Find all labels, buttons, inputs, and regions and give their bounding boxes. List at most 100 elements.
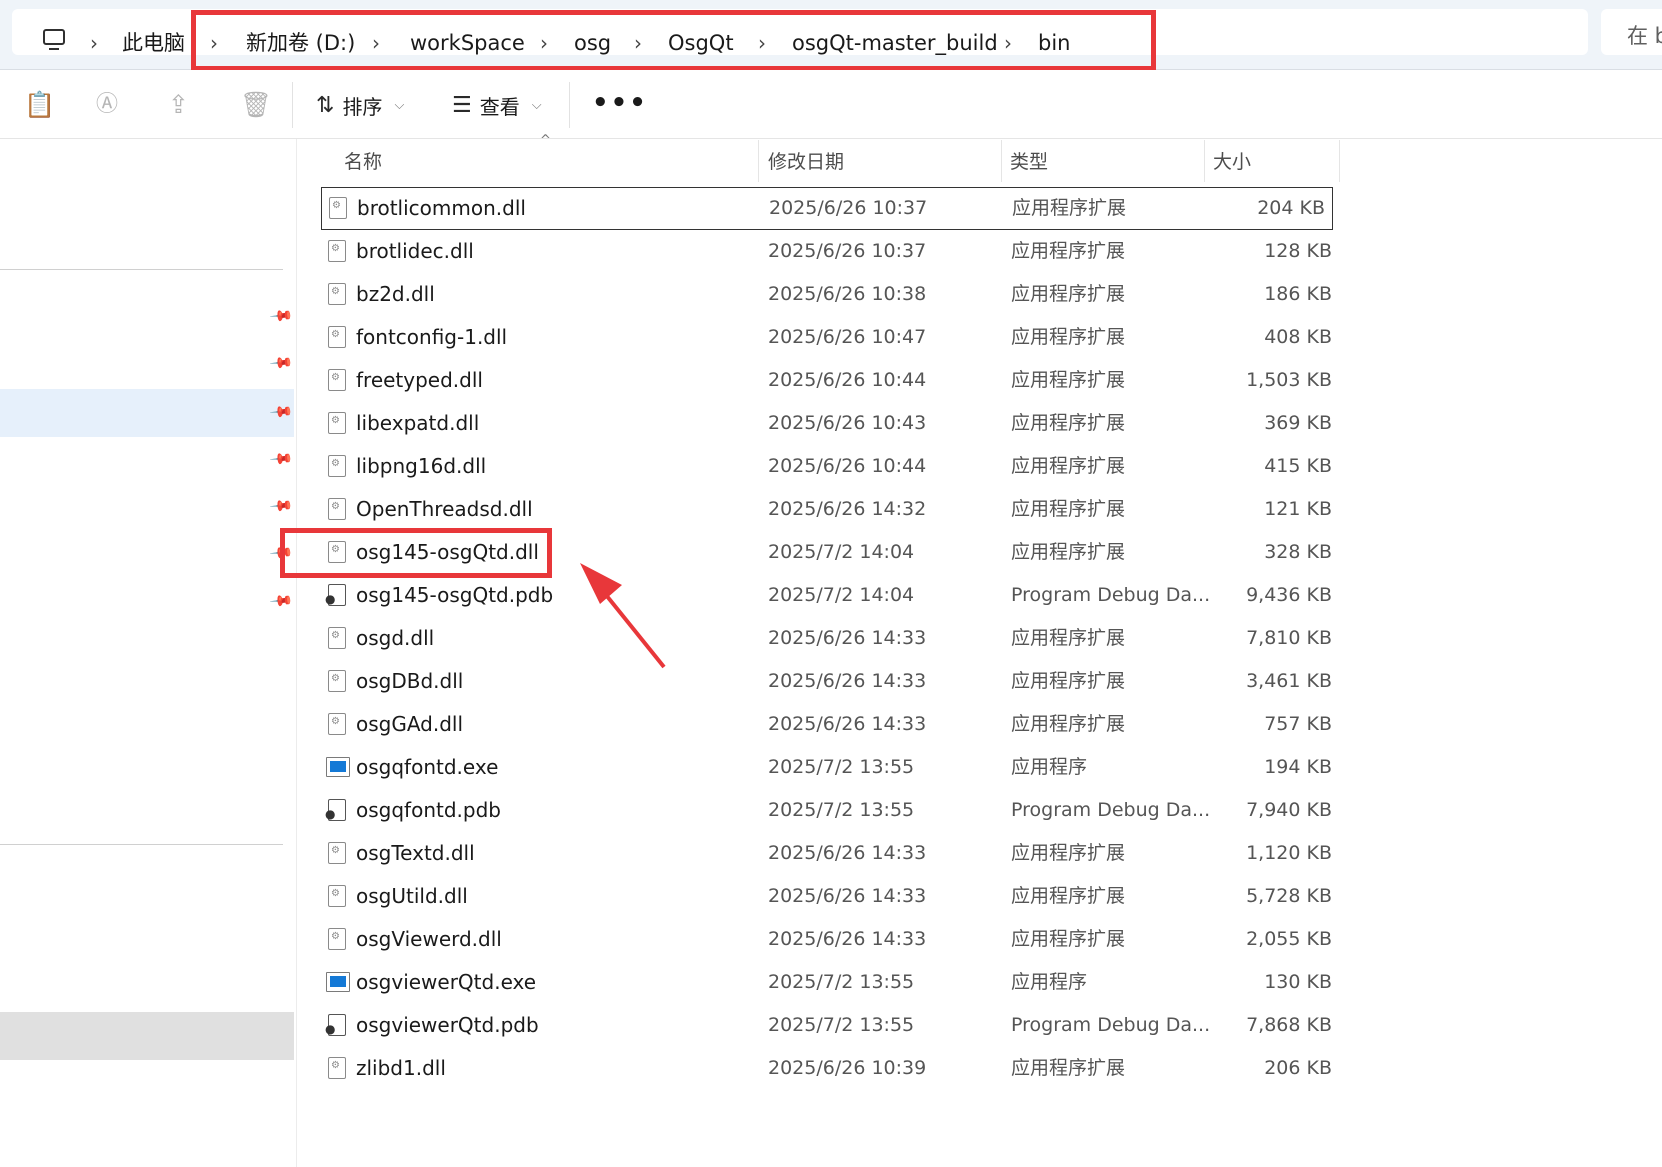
column-header-size[interactable]: 大小 <box>1213 144 1251 180</box>
chevron-down-icon: ⌵ <box>531 97 542 113</box>
crumb-this-pc[interactable]: 此电脑 <box>122 29 185 57</box>
dll-file-icon <box>328 412 346 434</box>
file-size: 194 KB <box>1264 756 1332 778</box>
view-label: 查看 <box>479 94 520 119</box>
file-type: 应用程序扩展 <box>1011 1057 1126 1079</box>
pin-icon[interactable]: 📌 <box>268 588 294 614</box>
file-row[interactable]: brotlidec.dll 2025/6/26 10:37 应用程序扩展 128 KB <box>320 230 1340 273</box>
file-row[interactable]: brotlicommon.dll 2025/6/26 10:37 应用程序扩展 204… <box>321 187 1333 230</box>
file-row[interactable]: libexpatd.dll 2025/6/26 10:43 应用程序扩展 369 KB <box>320 402 1340 445</box>
file-modified: 2025/6/26 14:33 <box>768 885 927 907</box>
column-divider[interactable] <box>1339 140 1340 182</box>
file-name: osgTextd.dll <box>356 841 475 865</box>
file-name: osgViewerd.dll <box>356 927 502 951</box>
view-button[interactable]: ☰ 查看 ⌵ <box>452 90 542 120</box>
pin-icon[interactable]: 📌 <box>268 350 294 376</box>
file-modified: 2025/7/2 13:55 <box>768 1014 915 1036</box>
column-header-modified[interactable]: 修改日期 <box>768 144 844 180</box>
file-row[interactable]: freetyped.dll 2025/6/26 10:44 应用程序扩展 1,503 … <box>320 359 1340 402</box>
file-size: 206 KB <box>1264 1057 1332 1079</box>
file-type: 应用程序扩展 <box>1011 885 1126 907</box>
file-size: 7,810 KB <box>1246 627 1332 649</box>
file-row[interactable]: osgUtild.dll 2025/6/26 14:33 应用程序扩展 5,728 K… <box>320 875 1340 918</box>
column-header-type[interactable]: 类型 <box>1010 144 1048 180</box>
file-type: 应用程序扩展 <box>1011 627 1126 649</box>
file-modified: 2025/7/2 14:04 <box>768 541 915 563</box>
file-row[interactable]: osgTextd.dll 2025/6/26 14:33 应用程序扩展 1,120 K… <box>320 832 1340 875</box>
file-modified: 2025/6/26 10:37 <box>769 197 928 219</box>
column-divider[interactable] <box>1001 140 1002 182</box>
file-row[interactable]: osgDBd.dll 2025/6/26 14:33 应用程序扩展 3,461 KB <box>320 660 1340 703</box>
paste-icon[interactable]: 📋 <box>24 92 55 118</box>
file-row[interactable]: osgqfontd.pdb 2025/7/2 13:55 Program Debug… <box>320 789 1340 832</box>
pin-icon[interactable]: 📌 <box>268 493 294 519</box>
nav-divider <box>0 844 283 845</box>
dll-file-icon <box>328 928 346 950</box>
file-type: 应用程序扩展 <box>1011 240 1126 262</box>
file-modified: 2025/6/26 14:33 <box>768 928 927 950</box>
file-row[interactable]: libpng16d.dll 2025/6/26 10:44 应用程序扩展 415 KB <box>320 445 1340 488</box>
file-type: 应用程序扩展 <box>1011 412 1126 434</box>
file-row[interactable]: fontconfig-1.dll 2025/6/26 10:47 应用程序扩展 408… <box>320 316 1340 359</box>
file-name: osgqfontd.exe <box>356 755 499 779</box>
pdb-file-icon <box>325 799 346 821</box>
dll-file-icon <box>328 670 346 692</box>
file-size: 9,436 KB <box>1246 584 1332 606</box>
file-name: OpenThreadsd.dll <box>356 497 533 521</box>
file-row[interactable]: osgviewerQtd.exe 2025/7/2 13:55 应用程序 130 KB <box>320 961 1340 1004</box>
nav-item-selected[interactable] <box>0 389 294 437</box>
sort-button[interactable]: ⇅ 排序 ⌵ <box>316 90 404 120</box>
file-row[interactable]: OpenThreadsd.dll 2025/6/26 14:32 应用程序扩展 121… <box>320 488 1340 531</box>
file-type: 应用程序扩展 <box>1011 713 1126 735</box>
share-icon[interactable]: ⇪ <box>168 92 189 118</box>
toolbar-divider <box>292 82 293 128</box>
dll-file-icon <box>328 498 346 520</box>
file-modified: 2025/6/26 10:38 <box>768 283 927 305</box>
file-highlight-box <box>280 528 552 578</box>
chevron-right-icon[interactable]: › <box>90 29 98 57</box>
file-type: 应用程序扩展 <box>1011 498 1126 520</box>
file-row[interactable]: osgviewerQtd.pdb 2025/7/2 13:55 Program De… <box>320 1004 1340 1047</box>
column-divider[interactable] <box>758 140 759 182</box>
computer-icon[interactable] <box>43 29 65 50</box>
file-row[interactable]: osgd.dll 2025/6/26 14:33 应用程序扩展 7,810 KB <box>320 617 1340 660</box>
file-modified: 2025/6/26 14:33 <box>768 627 927 649</box>
file-type: 应用程序扩展 <box>1011 369 1126 391</box>
file-name: osgGAd.dll <box>356 712 464 736</box>
file-row[interactable]: osgGAd.dll 2025/6/26 14:33 应用程序扩展 757 KB <box>320 703 1340 746</box>
file-name: freetyped.dll <box>356 368 483 392</box>
pin-icon[interactable]: 📌 <box>268 303 294 329</box>
search-box[interactable]: 在 b <box>1601 9 1662 55</box>
file-row[interactable]: osgViewerd.dll 2025/6/26 14:33 应用程序扩展 2,055… <box>320 918 1340 961</box>
file-row[interactable]: zlibd1.dll 2025/6/26 10:39 应用程序扩展 206 KB <box>320 1047 1340 1090</box>
file-modified: 2025/7/2 13:55 <box>768 756 915 778</box>
file-modified: 2025/6/26 10:37 <box>768 240 927 262</box>
file-type: 应用程序 <box>1011 756 1088 778</box>
file-name: brotlidec.dll <box>356 239 474 263</box>
file-type: 应用程序扩展 <box>1011 326 1126 348</box>
file-size: 2,055 KB <box>1246 928 1332 950</box>
dll-file-icon <box>328 283 346 305</box>
file-name: osgUtild.dll <box>356 884 468 908</box>
file-size: 5,728 KB <box>1246 885 1332 907</box>
file-modified: 2025/6/26 10:44 <box>768 455 927 477</box>
column-header-name[interactable]: 名称 <box>344 144 382 180</box>
file-row[interactable]: osg145-osgQtd.pdb 2025/7/2 14:04 Program D… <box>320 574 1340 617</box>
more-options-button[interactable]: ••• <box>592 88 648 118</box>
chevron-down-icon: ⌵ <box>394 97 405 113</box>
dll-file-icon <box>328 885 346 907</box>
file-modified: 2025/6/26 14:32 <box>768 498 927 520</box>
exe-file-icon <box>326 972 350 992</box>
file-name: bz2d.dll <box>356 282 435 306</box>
pdb-file-icon <box>325 584 346 606</box>
file-size: 7,940 KB <box>1246 799 1332 821</box>
nav-item-hover[interactable] <box>0 1012 294 1060</box>
rename-icon[interactable]: Ⓐ <box>96 92 118 118</box>
delete-icon[interactable]: 🗑 <box>240 92 272 118</box>
column-divider[interactable] <box>1204 140 1205 182</box>
pin-icon[interactable]: 📌 <box>268 446 294 472</box>
file-row[interactable]: bz2d.dll 2025/6/26 10:38 应用程序扩展 186 KB <box>320 273 1340 316</box>
file-modified: 2025/6/26 10:44 <box>768 369 927 391</box>
file-row[interactable]: osgqfontd.exe 2025/7/2 13:55 应用程序 194 KB <box>320 746 1340 789</box>
exe-file-icon <box>326 757 350 777</box>
